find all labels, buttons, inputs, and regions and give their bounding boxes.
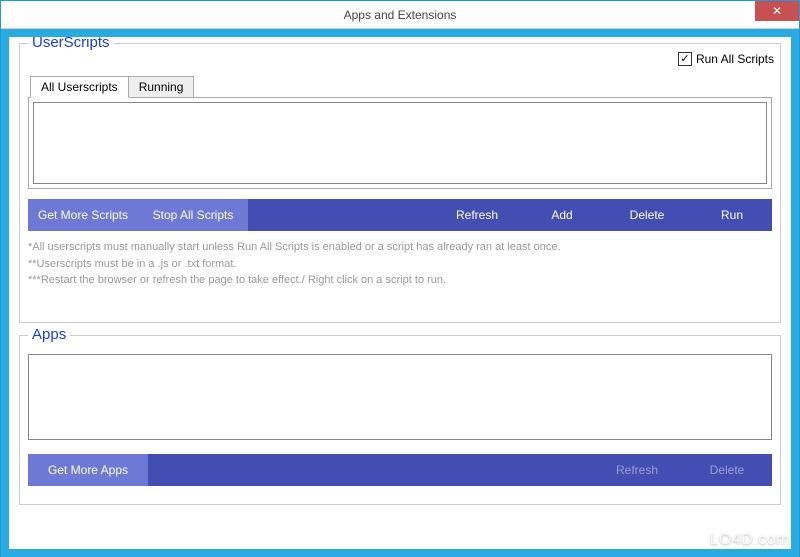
apps-delete-button[interactable]: Delete [682, 454, 772, 486]
apps-title: Apps [28, 326, 70, 343]
userscripts-help: *All userscripts must manually start unl… [28, 239, 772, 289]
apps-refresh-button[interactable]: Refresh [592, 454, 682, 486]
tab-all-userscripts[interactable]: All Userscripts [30, 76, 129, 98]
help-line-2: **Userscripts must be in a .js or .txt f… [28, 256, 772, 273]
help-line-3: ***Restart the browser or refresh the pa… [28, 272, 772, 289]
run-all-scripts-checkbox[interactable]: ✓ Run All Scripts [678, 52, 774, 66]
apps-toolbar-spacer [148, 454, 592, 486]
client-area-border: UserScripts ✓ Run All Scripts All Usersc… [1, 29, 799, 557]
help-line-1: *All userscripts must manually start unl… [28, 239, 772, 256]
add-button[interactable]: Add [522, 199, 602, 231]
userscripts-group: UserScripts ✓ Run All Scripts All Usersc… [19, 43, 781, 323]
get-more-scripts-button[interactable]: Get More Scripts [28, 199, 138, 231]
close-button[interactable]: ✕ [755, 1, 799, 21]
run-button[interactable]: Run [692, 199, 772, 231]
userscripts-title: UserScripts [28, 37, 114, 51]
userscripts-list[interactable] [33, 102, 767, 184]
userscripts-tabs: All Userscripts Running [28, 76, 772, 98]
window-title: Apps and Extensions [1, 8, 799, 22]
titlebar: Apps and Extensions ✕ [1, 1, 799, 29]
checkbox-icon: ✓ [678, 52, 692, 66]
apps-group: Apps Get More Apps Refresh Delete [19, 335, 781, 505]
window-frame: Apps and Extensions ✕ UserScripts ✓ Run … [0, 0, 800, 557]
toolbar-spacer [248, 199, 432, 231]
run-all-label: Run All Scripts [696, 52, 774, 66]
get-more-apps-button[interactable]: Get More Apps [28, 454, 148, 486]
client-area: UserScripts ✓ Run All Scripts All Usersc… [9, 37, 791, 549]
userscripts-tab-panel [28, 97, 772, 189]
userscripts-toolbar: Get More Scripts Stop All Scripts Refres… [28, 199, 772, 231]
apps-toolbar: Get More Apps Refresh Delete [28, 454, 772, 486]
delete-button[interactable]: Delete [602, 199, 692, 231]
tab-running[interactable]: Running [128, 76, 195, 98]
stop-all-scripts-button[interactable]: Stop All Scripts [138, 199, 248, 231]
apps-list[interactable] [28, 354, 772, 440]
refresh-button[interactable]: Refresh [432, 199, 522, 231]
close-icon: ✕ [772, 4, 782, 18]
